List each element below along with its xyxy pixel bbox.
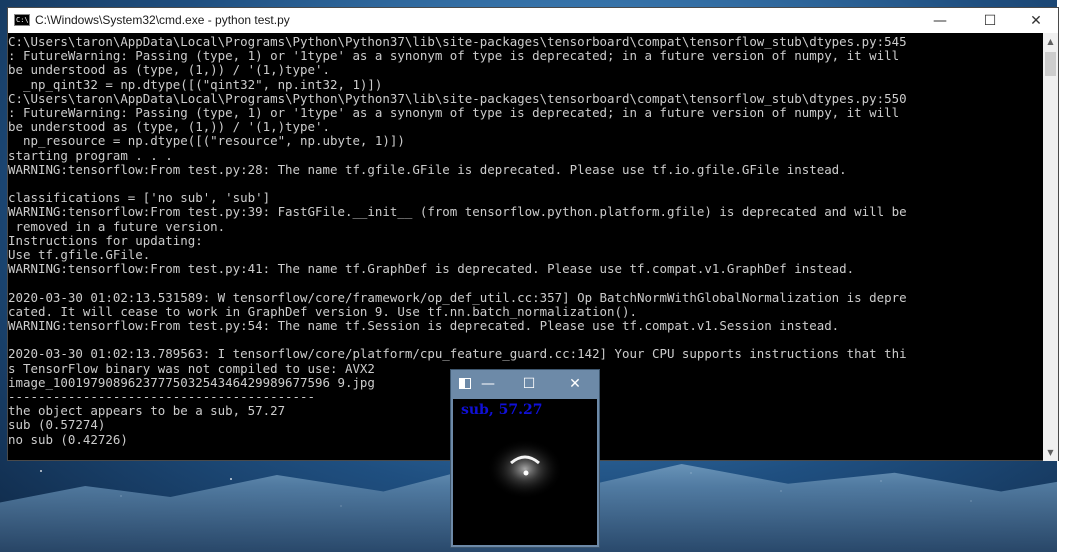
sonar-image xyxy=(487,439,563,499)
image-minimize-button[interactable]: — xyxy=(473,372,503,396)
console-line: Use tf.gfile.GFile. xyxy=(8,247,151,262)
maximize-icon: ☐ xyxy=(522,376,536,392)
console-line: classifications = ['no sub', 'sub'] xyxy=(8,190,271,206)
console-line: : FutureWarning: Passing (type, 1) or '1… xyxy=(8,105,900,120)
close-icon: ✕ xyxy=(1030,12,1042,29)
console-line: sub (0.57274) xyxy=(8,417,106,433)
maximize-button[interactable]: ☐ xyxy=(967,8,1013,33)
console-line: : FutureWarning: Passing (type, 1) or '1… xyxy=(8,48,900,64)
console-line: 2020-03-30 01:02:13.531589: W tensorflow… xyxy=(8,289,907,305)
minimize-icon: — xyxy=(481,376,495,392)
scroll-up-button[interactable]: ▲ xyxy=(1043,33,1058,50)
console-line: the object appears to be a sub, 57.27 xyxy=(8,403,286,419)
console-line: _np_qint32 = np.dtype([("qint32", np.int… xyxy=(8,76,383,92)
console-line: C:\Users\taron\AppData\Local\Programs\Py… xyxy=(8,90,907,106)
console-line: WARNING:tensorflow:From test.py:39: Fast… xyxy=(8,204,907,220)
image-preview-window[interactable]: — ☐ ✕ sub, 57.27 xyxy=(450,369,600,548)
image-caption: sub, 57.27 xyxy=(461,402,543,418)
minimize-icon: — xyxy=(933,12,947,29)
close-icon: ✕ xyxy=(569,376,581,392)
console-line: starting program . . . xyxy=(8,147,173,163)
chevron-down-icon: ▼ xyxy=(1047,448,1054,457)
scrollbar-thumb[interactable] xyxy=(1045,52,1056,76)
console-line: Instructions for updating: xyxy=(8,232,203,248)
image-window-titlebar[interactable]: — ☐ ✕ xyxy=(451,370,599,398)
console-line: s TensorFlow binary was not compiled to … xyxy=(8,360,375,376)
console-line: 2020-03-30 01:02:13.789563: I tensorflow… xyxy=(8,346,907,362)
minimize-button[interactable]: — xyxy=(917,8,963,33)
console-line: np_resource = np.dtype([("resource", np.… xyxy=(8,133,405,149)
cmd-titlebar[interactable]: C:\ C:\Windows\System32\cmd.exe - python… xyxy=(8,8,1058,33)
scroll-down-button[interactable]: ▼ xyxy=(1043,444,1058,461)
image-window-icon xyxy=(459,378,471,389)
console-line: be understood as (type, (1,)) / '(1,)typ… xyxy=(8,62,330,78)
classified-image: sub, 57.27 xyxy=(453,399,597,545)
console-line: be understood as (type, (1,)) / '(1,)typ… xyxy=(8,119,330,135)
cmd-app-icon[interactable]: C:\ xyxy=(14,14,30,26)
maximize-icon: ☐ xyxy=(983,12,997,29)
sonar-glow xyxy=(487,439,563,499)
console-line: no sub (0.42726) xyxy=(8,431,128,447)
image-close-button[interactable]: ✕ xyxy=(560,372,590,396)
console-line: ----------------------------------------… xyxy=(8,389,316,404)
console-line: removed in a future version. xyxy=(8,218,226,234)
chevron-up-icon: ▲ xyxy=(1047,37,1054,46)
image-maximize-button[interactable]: ☐ xyxy=(514,372,544,396)
sonar-target xyxy=(523,470,529,476)
console-line: image_1001979089623777503254346429989677… xyxy=(8,374,375,390)
console-line: WARNING:tensorflow:From test.py:41: The … xyxy=(8,261,855,277)
console-line: cated. It will cease to work in GraphDef… xyxy=(8,303,637,319)
vertical-scrollbar[interactable]: ▲ ▼ xyxy=(1043,33,1058,461)
window-title: C:\Windows\System32\cmd.exe - python tes… xyxy=(35,13,290,27)
console-line: WARNING:tensorflow:From test.py:54: The … xyxy=(8,318,840,333)
close-button[interactable]: ✕ xyxy=(1013,8,1059,33)
console-line: C:\Users\taron\AppData\Local\Programs\Py… xyxy=(8,34,907,49)
console-line: WARNING:tensorflow:From test.py:28: The … xyxy=(8,161,847,177)
